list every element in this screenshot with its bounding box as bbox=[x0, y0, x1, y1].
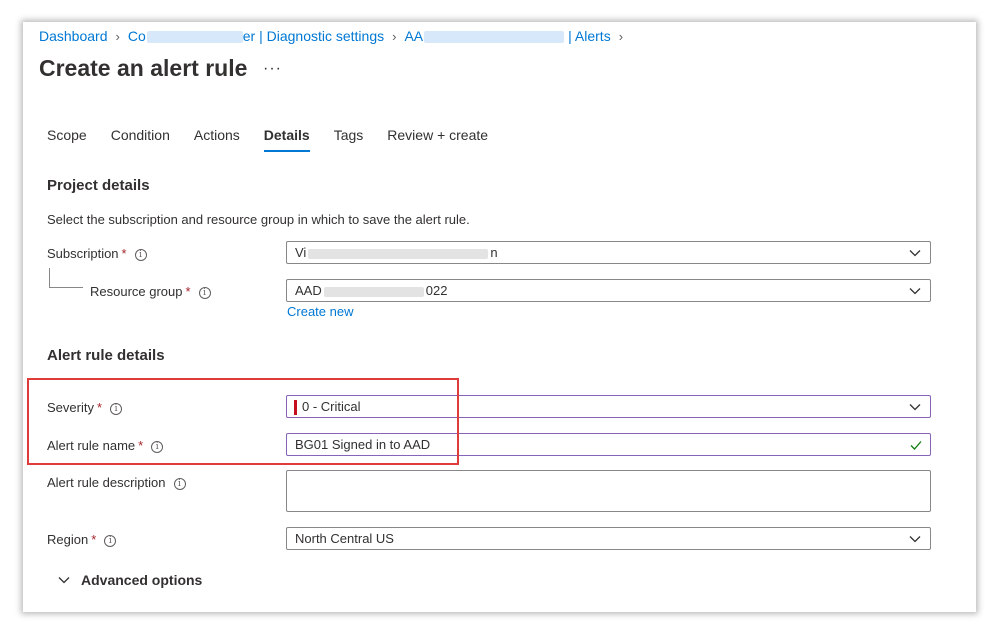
more-options-button[interactable]: ··· bbox=[263, 60, 282, 78]
info-icon[interactable]: i bbox=[198, 286, 211, 299]
breadcrumb-dashboard[interactable]: Dashboard bbox=[39, 28, 108, 44]
chevron-down-icon bbox=[58, 577, 70, 584]
redacted-text bbox=[424, 31, 565, 44]
required-asterisk: * bbox=[91, 532, 97, 547]
chevron-right-icon: › bbox=[618, 28, 624, 44]
tab-actions[interactable]: Actions bbox=[194, 125, 240, 152]
resource-group-label: Resource group * i bbox=[90, 284, 211, 299]
breadcrumb: Dashboard › Co er | Diagnostic settings ›… bbox=[39, 28, 631, 44]
redacted-text bbox=[146, 31, 243, 44]
chevron-down-icon bbox=[909, 404, 921, 411]
resource-group-dropdown[interactable]: AAD 022 bbox=[286, 279, 931, 302]
alert-rule-description-textarea[interactable] bbox=[286, 470, 931, 512]
tree-connector bbox=[49, 268, 50, 287]
info-icon[interactable]: i bbox=[134, 248, 147, 261]
required-asterisk: * bbox=[185, 284, 191, 299]
tab-review-create[interactable]: Review + create bbox=[387, 125, 488, 152]
subscription-label: Subscription * i bbox=[47, 246, 147, 261]
breadcrumb-alerts[interactable]: AA | Alerts bbox=[404, 28, 610, 44]
info-icon[interactable]: i bbox=[173, 477, 186, 490]
chevron-down-icon bbox=[909, 536, 921, 543]
page-title: Create an alert rule bbox=[39, 55, 248, 81]
create-new-link[interactable]: Create new bbox=[287, 304, 353, 319]
redacted-text bbox=[323, 286, 424, 297]
info-icon[interactable]: i bbox=[104, 534, 117, 547]
portal-frame: Dashboard › Co er | Diagnostic settings ›… bbox=[23, 22, 976, 612]
chevron-down-icon bbox=[909, 250, 921, 257]
chevron-right-icon: › bbox=[392, 28, 397, 44]
alert-rule-description-label: Alert rule description i bbox=[47, 475, 186, 490]
breadcrumb-resource[interactable]: Co er | Diagnostic settings bbox=[128, 28, 384, 44]
tab-condition[interactable]: Condition bbox=[111, 125, 170, 152]
project-details-heading: Project details bbox=[47, 177, 150, 194]
tree-connector bbox=[49, 287, 83, 288]
tab-tags[interactable]: Tags bbox=[334, 125, 364, 152]
annotation-highlight-box bbox=[27, 378, 459, 465]
alert-rule-details-heading: Alert rule details bbox=[47, 347, 165, 364]
advanced-options-label: Advanced options bbox=[81, 572, 203, 588]
tab-scope[interactable]: Scope bbox=[47, 125, 87, 152]
region-label: Region * i bbox=[47, 532, 117, 547]
project-details-description: Select the subscription and resource gro… bbox=[47, 212, 470, 227]
tab-bar: Scope Condition Actions Details Tags Rev… bbox=[47, 125, 512, 152]
chevron-right-icon: › bbox=[115, 28, 120, 44]
checkmark-icon bbox=[910, 441, 922, 450]
chevron-down-icon bbox=[909, 288, 921, 295]
tab-details[interactable]: Details bbox=[263, 125, 310, 152]
redacted-text bbox=[308, 248, 489, 259]
subscription-dropdown[interactable]: Vi n bbox=[286, 241, 931, 264]
region-dropdown[interactable]: North Central US bbox=[286, 527, 931, 550]
advanced-options-toggle[interactable]: Advanced options bbox=[57, 572, 202, 588]
required-asterisk: * bbox=[121, 246, 127, 261]
